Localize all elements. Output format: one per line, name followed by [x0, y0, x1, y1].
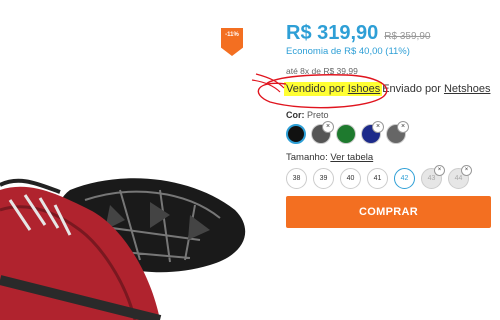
- color-swatch[interactable]: [336, 124, 356, 144]
- shoe-image: [0, 178, 246, 320]
- size-option[interactable]: 44 ×: [448, 165, 472, 189]
- size-option[interactable]: 39: [313, 168, 334, 189]
- size-option[interactable]: 41: [367, 168, 388, 189]
- color-swatch[interactable]: ×: [386, 121, 409, 144]
- color-selected-name: Preto: [307, 110, 329, 120]
- color-label-title: Cor:: [286, 110, 305, 120]
- current-price: R$ 319,90: [286, 22, 379, 44]
- size-option[interactable]: 38: [286, 168, 307, 189]
- size-option[interactable]: 43 ×: [421, 165, 445, 189]
- discount-badge: -11%: [221, 28, 243, 56]
- size-option[interactable]: 40: [340, 168, 361, 189]
- product-image: -11%: [0, 0, 275, 320]
- size-option[interactable]: 42: [394, 168, 415, 189]
- color-swatch[interactable]: ×: [311, 121, 334, 144]
- buy-button[interactable]: COMPRAR: [286, 196, 491, 228]
- shipper-link[interactable]: Netshoes: [444, 83, 490, 95]
- color-swatch[interactable]: ×: [361, 121, 384, 144]
- sold-by-highlight: Vendido por Ishoes: [284, 82, 383, 96]
- sold-by-label: Vendido por: [286, 83, 348, 95]
- color-label: Cor: Preto: [286, 110, 329, 120]
- unavailable-icon: ×: [397, 121, 409, 133]
- savings-text: Economia de R$ 40,00 (11%): [286, 46, 410, 57]
- shipped-by-label: Enviado por: [382, 83, 444, 95]
- price-row: R$ 319,90 R$ 359,90: [286, 22, 430, 45]
- seller-row: Vendido por Ishoes Enviado por Netshoes: [284, 82, 490, 96]
- unavailable-icon: ×: [372, 121, 384, 133]
- color-swatch[interactable]: [286, 124, 306, 144]
- size-label: Tamanho:: [286, 152, 328, 163]
- seller-link[interactable]: Ishoes: [348, 83, 380, 95]
- installments-text: até 8x de R$ 39,99: [286, 66, 358, 76]
- size-label-row: Tamanho: Ver tabela: [286, 152, 373, 163]
- old-price: R$ 359,90: [384, 31, 431, 42]
- unavailable-icon: ×: [322, 121, 334, 133]
- unavailable-icon: ×: [461, 165, 472, 176]
- unavailable-icon: ×: [434, 165, 445, 176]
- color-swatches: × × ×: [286, 121, 409, 144]
- size-options: 38 39 40 41 42 43 × 44 ×: [286, 165, 472, 189]
- size-chart-link[interactable]: Ver tabela: [330, 152, 373, 163]
